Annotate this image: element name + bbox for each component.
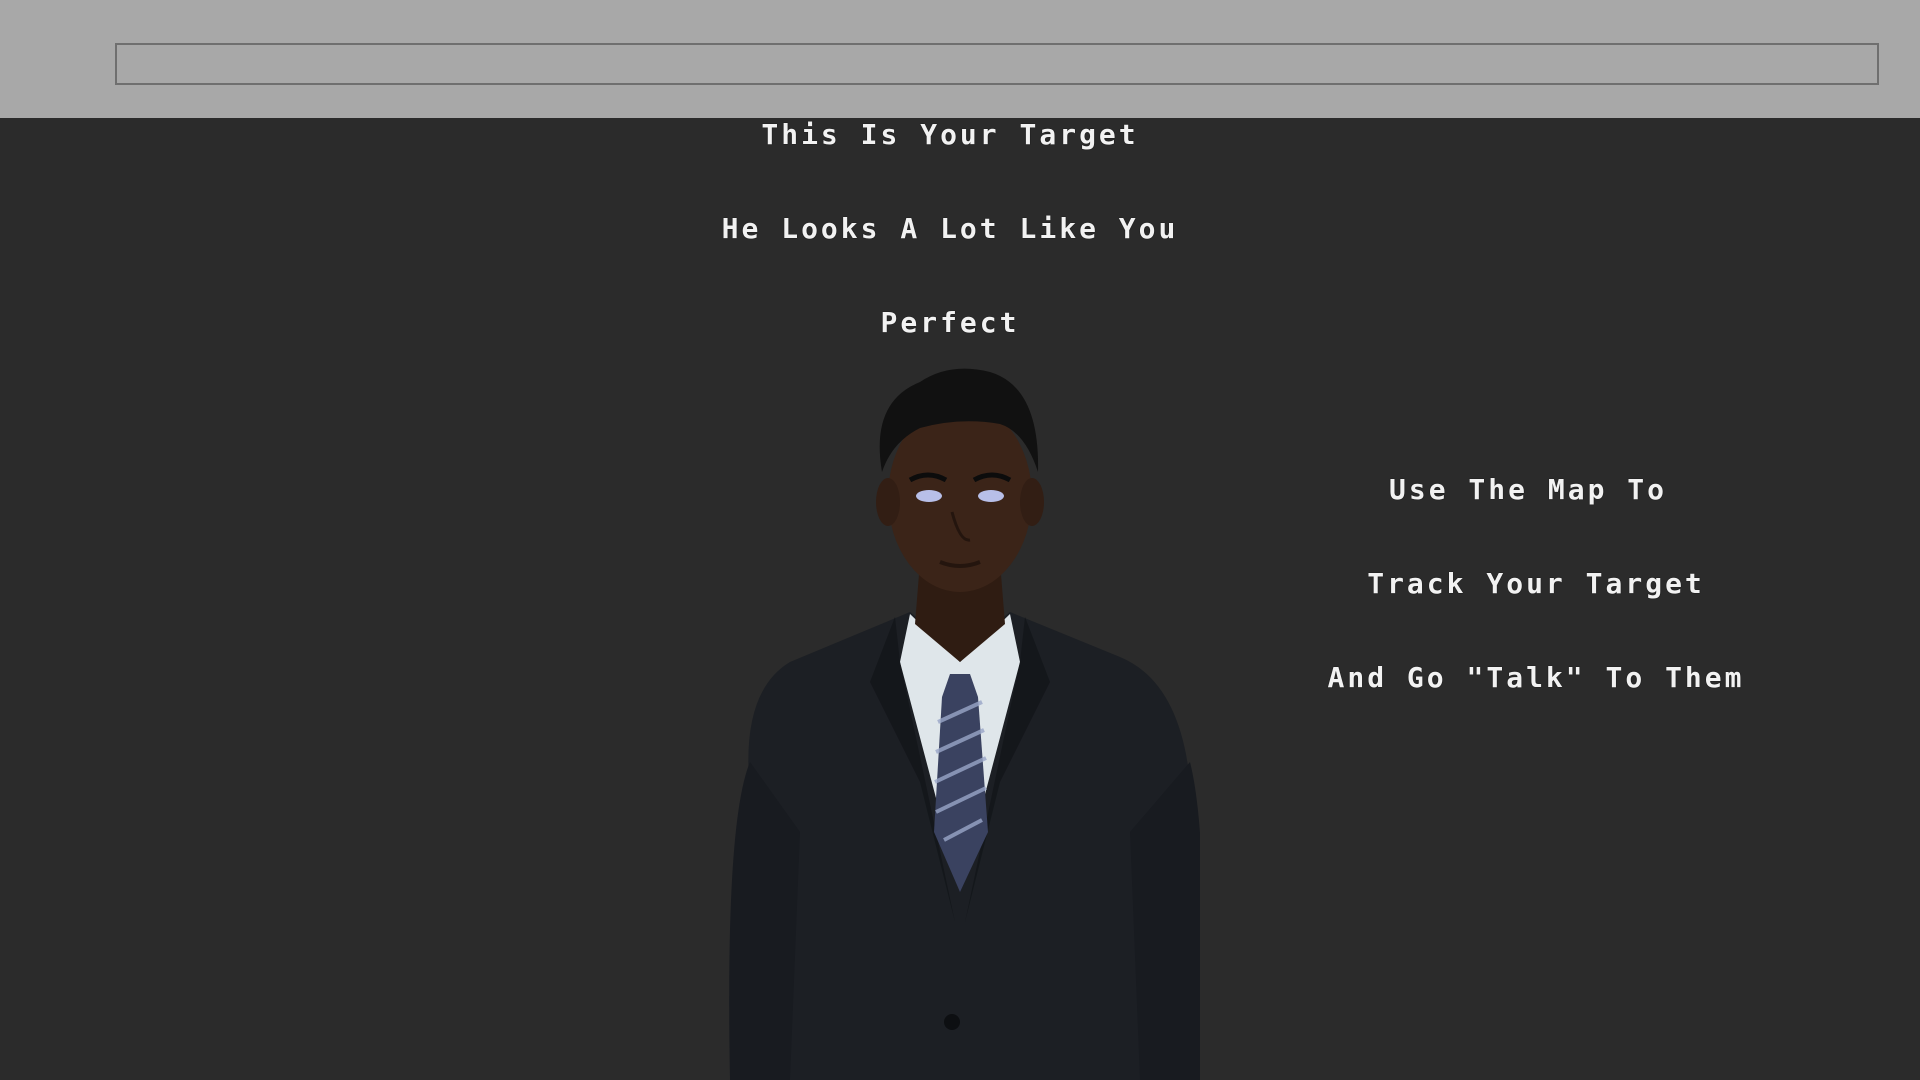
right-ear	[1020, 478, 1044, 526]
dialogue-line-1: This Is Your Target	[761, 118, 1139, 151]
jacket-button	[944, 1014, 960, 1030]
command-input[interactable]	[115, 43, 1879, 85]
top-bar	[0, 0, 1920, 118]
dialogue-line-2: He Looks A Lot Like You	[721, 212, 1179, 245]
hint-line-3: And Go "Talk" To Them	[1327, 661, 1745, 694]
left-ear	[876, 478, 900, 526]
hint-line-2: Track Your Target	[1367, 567, 1705, 600]
dialogue-line-3: Perfect	[880, 306, 1020, 339]
left-eye	[916, 490, 942, 502]
target-character-figure	[729, 368, 1200, 1080]
hint-line-1: Use The Map To	[1388, 473, 1668, 506]
right-eye	[978, 490, 1004, 502]
game-scene: This Is Your Target He Looks A Lot Like …	[0, 118, 1920, 1080]
